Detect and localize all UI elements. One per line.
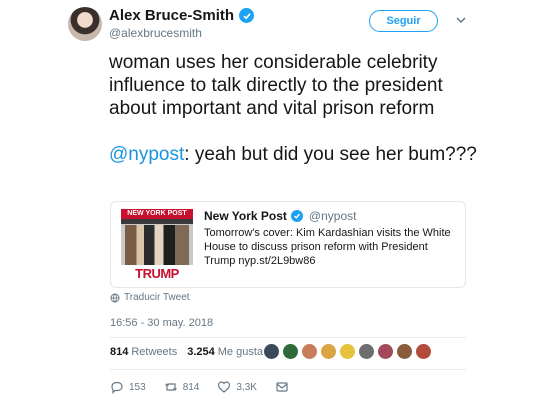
liker-avatar[interactable] bbox=[263, 343, 280, 360]
liker-avatar[interactable] bbox=[301, 343, 318, 360]
like-count: 3,3K bbox=[236, 381, 257, 393]
divider bbox=[110, 369, 466, 370]
liker-avatar[interactable] bbox=[377, 343, 394, 360]
mention-link[interactable]: @nypost bbox=[109, 144, 184, 165]
tweet-actions: 153 814 3,3K bbox=[110, 380, 307, 394]
chevron-down-icon[interactable] bbox=[454, 13, 468, 27]
cover-headline: TRUMP bbox=[121, 265, 193, 282]
cover-masthead: NEW YORK POST bbox=[121, 209, 193, 219]
direct-message-button[interactable] bbox=[275, 380, 289, 394]
tweet-timestamp[interactable]: 16:56 - 30 may. 2018 bbox=[110, 317, 213, 329]
author-avatar[interactable] bbox=[68, 7, 102, 41]
liker-avatar[interactable] bbox=[396, 343, 413, 360]
retweet-icon bbox=[164, 383, 177, 391]
retweets-stat[interactable]: 814 Retweets bbox=[110, 346, 177, 358]
liker-avatars bbox=[263, 343, 432, 360]
verified-badge-icon bbox=[239, 8, 255, 23]
tweet-paragraph-2: @nypost: yeah but did you see her bum??? bbox=[109, 143, 479, 166]
likes-label: Me gusta bbox=[217, 346, 263, 358]
quoted-author-row: New York Post @nypost bbox=[204, 209, 356, 223]
quoted-tweet-card[interactable]: NEW YORK POST TRUMP New York Post @nypos… bbox=[110, 201, 466, 288]
author-name-row[interactable]: Alex Bruce-Smith bbox=[109, 7, 255, 24]
quoted-verified-badge-icon bbox=[290, 210, 303, 222]
retweets-count: 814 bbox=[110, 346, 129, 358]
retweets-label: Retweets bbox=[131, 346, 178, 358]
tweet-stats: 814 Retweets 3.254 Me gusta bbox=[110, 346, 273, 358]
divider bbox=[110, 337, 466, 338]
translate-label: Traducir Tweet bbox=[124, 292, 190, 303]
tweet-paragraph-2-text: : yeah but did you see her bum??? bbox=[184, 144, 477, 165]
quoted-author-name: New York Post bbox=[204, 209, 287, 223]
liker-avatar[interactable] bbox=[282, 343, 299, 360]
reply-count: 153 bbox=[129, 381, 146, 393]
likes-stat[interactable]: 3.254 Me gusta bbox=[187, 346, 263, 358]
retweet-button[interactable]: 814 bbox=[164, 380, 200, 394]
tweet-paragraph-1: woman uses her considerable celebrity in… bbox=[109, 52, 443, 119]
author-name[interactable]: Alex Bruce-Smith bbox=[109, 7, 234, 24]
reply-icon bbox=[111, 381, 123, 394]
quoted-author-handle: @nypost bbox=[308, 209, 357, 223]
envelope-icon bbox=[276, 382, 288, 392]
cover-subbar bbox=[121, 219, 193, 224]
cover-photo bbox=[125, 225, 189, 265]
follow-button[interactable]: Seguir bbox=[369, 10, 438, 32]
newspaper-cover-image: NEW YORK POST TRUMP bbox=[121, 209, 193, 282]
author-handle[interactable]: @alexbrucesmith bbox=[109, 26, 202, 40]
globe-icon bbox=[110, 293, 120, 302]
translate-tweet-link[interactable]: Traducir Tweet bbox=[110, 292, 190, 303]
quoted-tweet-text: Tomorrow's cover: Kim Kardashian visits … bbox=[204, 227, 451, 267]
liker-avatar[interactable] bbox=[415, 343, 432, 360]
heart-icon bbox=[218, 381, 231, 393]
likes-count: 3.254 bbox=[187, 346, 215, 358]
liker-avatar[interactable] bbox=[320, 343, 337, 360]
liker-avatar[interactable] bbox=[358, 343, 375, 360]
like-button[interactable]: 3,3K bbox=[217, 380, 257, 394]
reply-button[interactable]: 153 bbox=[110, 380, 146, 394]
tweet-text: woman uses her considerable celebrity in… bbox=[109, 51, 479, 189]
retweet-count: 814 bbox=[182, 381, 200, 393]
liker-avatar[interactable] bbox=[339, 343, 356, 360]
